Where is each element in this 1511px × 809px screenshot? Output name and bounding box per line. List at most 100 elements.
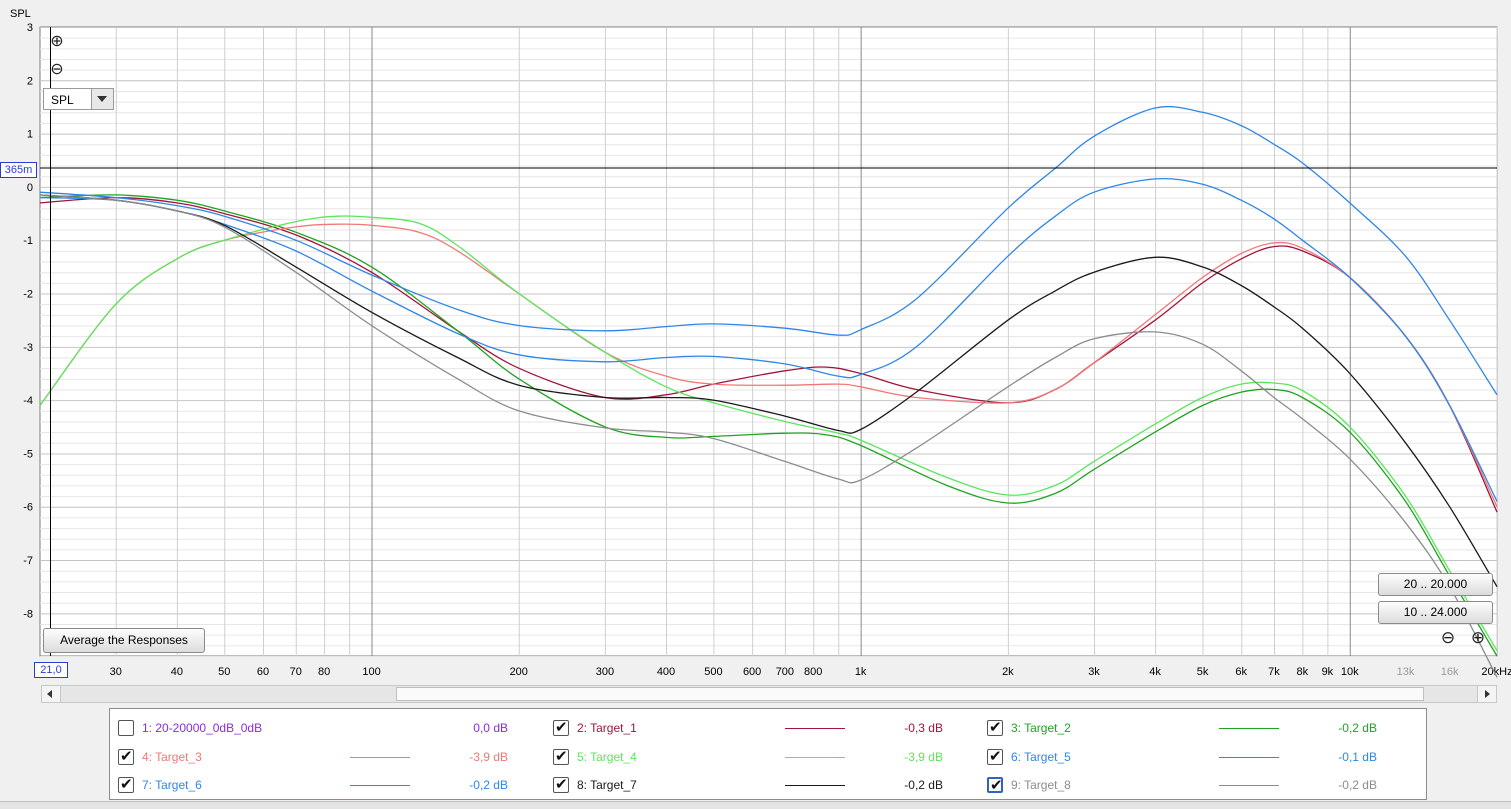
range-20-20000-button[interactable]: 20 .. 20.000: [1378, 573, 1493, 596]
x-tick-label: 700: [776, 666, 794, 678]
legend-label: 1: 20-20000_0dB_0dB: [142, 721, 263, 735]
legend-db-value: -0,2 dB: [1338, 721, 1377, 735]
chevron-down-icon[interactable]: [91, 89, 113, 109]
legend-checkbox[interactable]: [987, 747, 1003, 765]
average-responses-button[interactable]: Average the Responses: [43, 628, 205, 653]
legend-item[interactable]: 9: Target_8 -0,2 dB: [987, 776, 1387, 796]
frequency-response-chart[interactable]: 3 2 1 0 -1 -2 -3 -4 -5 -6 -7 -8 30 40 50 60 70 80 100 200 30…: [0, 0, 1511, 680]
x-tick-label: 80: [318, 666, 330, 678]
x-tick-label: 5k: [1197, 666, 1209, 678]
x-tick-label: 100: [362, 666, 380, 678]
legend-item[interactable]: 1: 20-20000_0dB_0dB 0,0 dB: [118, 719, 518, 739]
y-tick-label: -5: [23, 448, 33, 460]
legend-checkbox[interactable]: [987, 718, 1003, 736]
y-tick-label: -6: [23, 502, 33, 514]
x-tick-label: 13k: [1397, 666, 1415, 678]
x-tick-label: 4k: [1149, 666, 1161, 678]
legend-db-value: -3,9 dB: [469, 750, 508, 764]
legend-db-value: -3,9 dB: [904, 750, 943, 764]
range-10-24000-button[interactable]: 10 .. 24.000: [1378, 601, 1493, 624]
legend-label: 8: Target_7: [577, 778, 637, 792]
legend-db-value: -0,2 dB: [469, 778, 508, 792]
x-tick-label: 9k: [1322, 666, 1334, 678]
y-tick-label: 3: [27, 22, 33, 34]
horizontal-scrollbar[interactable]: [41, 685, 1497, 703]
legend-db-value: 0,0 dB: [473, 721, 508, 735]
spl-select[interactable]: SPL: [43, 88, 114, 110]
legend-checkbox[interactable]: [118, 720, 134, 736]
legend-item[interactable]: 5: Target_4 -3,9 dB: [553, 747, 953, 768]
x-cursor-readout: 21,0: [34, 662, 68, 678]
y-tick-label: 0: [27, 182, 33, 194]
x-zoom-out-icon[interactable]: ⊖: [1438, 628, 1458, 648]
legend-panel: 1: 20-20000_0dB_0dB 0,0 dB 2: Target_1 -0,3…: [109, 708, 1427, 800]
x-tick-label: 800: [804, 666, 822, 678]
y-tick-label: -1: [23, 235, 33, 247]
legend-db-value: -0,2 dB: [1338, 778, 1377, 792]
legend-checkbox[interactable]: [118, 747, 134, 765]
legend-item[interactable]: 4: Target_3 -3,9 dB: [118, 747, 518, 768]
y-axis-label: SPL: [10, 8, 31, 20]
x-tick-label: 400: [657, 666, 675, 678]
legend-item[interactable]: 7: Target_6 -0,2 dB: [118, 775, 518, 796]
x-tick-label: 40: [171, 666, 183, 678]
x-tick-label: 10k: [1341, 666, 1359, 678]
legend-label: 3: Target_2: [1011, 721, 1071, 735]
x-tick-label: 7k: [1268, 666, 1280, 678]
x-tick-label: 600: [743, 666, 761, 678]
legend-line-swatch: [785, 785, 845, 786]
legend-label: 6: Target_5: [1011, 750, 1071, 764]
x-tick-label: 300: [596, 666, 614, 678]
legend-db-value: -0,2 dB: [904, 778, 943, 792]
y-tick-label: -8: [23, 608, 33, 620]
legend-item[interactable]: 3: Target_2 -0,2 dB: [987, 718, 1387, 739]
legend-label: 7: Target_6: [142, 778, 202, 792]
y-tick-label: -4: [23, 395, 33, 407]
legend-label: 2: Target_1: [577, 721, 637, 735]
y-tick-label: -3: [23, 342, 33, 354]
y-tick-label: -7: [23, 555, 33, 567]
legend-item[interactable]: 2: Target_1 -0,3 dB: [553, 718, 953, 739]
legend-checkbox[interactable]: [118, 775, 134, 793]
legend-line-swatch: [785, 728, 845, 729]
y-cursor-readout: 365m: [0, 162, 37, 178]
legend-db-value: -0,1 dB: [1338, 750, 1377, 764]
plot-area: [39, 26, 1498, 657]
legend-item[interactable]: 6: Target_5 -0,1 dB: [987, 747, 1387, 768]
x-tick-label: 70: [290, 666, 302, 678]
scroll-right-arrow-icon[interactable]: [1477, 686, 1496, 702]
legend-line-swatch: [1219, 757, 1279, 758]
x-tick-label: 2k: [1002, 666, 1014, 678]
x-tick-label: 30: [110, 666, 122, 678]
x-tick-label: 50: [218, 666, 230, 678]
x-tick-label: 3k: [1088, 666, 1100, 678]
legend-checkbox[interactable]: [553, 747, 569, 765]
zoom-in-icon[interactable]: ⊕: [48, 33, 66, 51]
x-tick-label: 200: [510, 666, 528, 678]
x-tick-label: 16k: [1441, 666, 1459, 678]
legend-label: 5: Target_4: [577, 750, 637, 764]
legend-label: 9: Target_8: [1011, 778, 1071, 792]
y-tick-label: -2: [23, 289, 33, 301]
x-tick-label: 500: [704, 666, 722, 678]
legend-db-value: -0,3 dB: [904, 721, 943, 735]
y-tick-label: 2: [27, 75, 33, 87]
zoom-out-icon[interactable]: ⊖: [48, 61, 66, 79]
legend-line-swatch: [350, 757, 410, 758]
legend-line-swatch: [1219, 728, 1279, 729]
legend-line-swatch: [350, 785, 410, 786]
scroll-thumb[interactable]: [396, 687, 1424, 701]
x-tick-label: 1k: [855, 666, 867, 678]
legend-label: 4: Target_3: [142, 750, 202, 764]
legend-item[interactable]: 8: Target_7 -0,2 dB: [553, 775, 953, 796]
y-tick-label: 1: [27, 129, 33, 141]
legend-checkbox[interactable]: [553, 718, 569, 736]
scroll-left-arrow-icon[interactable]: [42, 686, 61, 702]
x-tick-label: 6k: [1235, 666, 1247, 678]
legend-checkbox[interactable]: [553, 775, 569, 793]
x-tick-label: 8k: [1297, 666, 1309, 678]
legend-line-swatch: [785, 757, 845, 758]
legend-checkbox[interactable]: [987, 776, 1003, 794]
x-zoom-in-icon[interactable]: ⊕: [1468, 628, 1488, 648]
legend-line-swatch: [1219, 785, 1279, 786]
